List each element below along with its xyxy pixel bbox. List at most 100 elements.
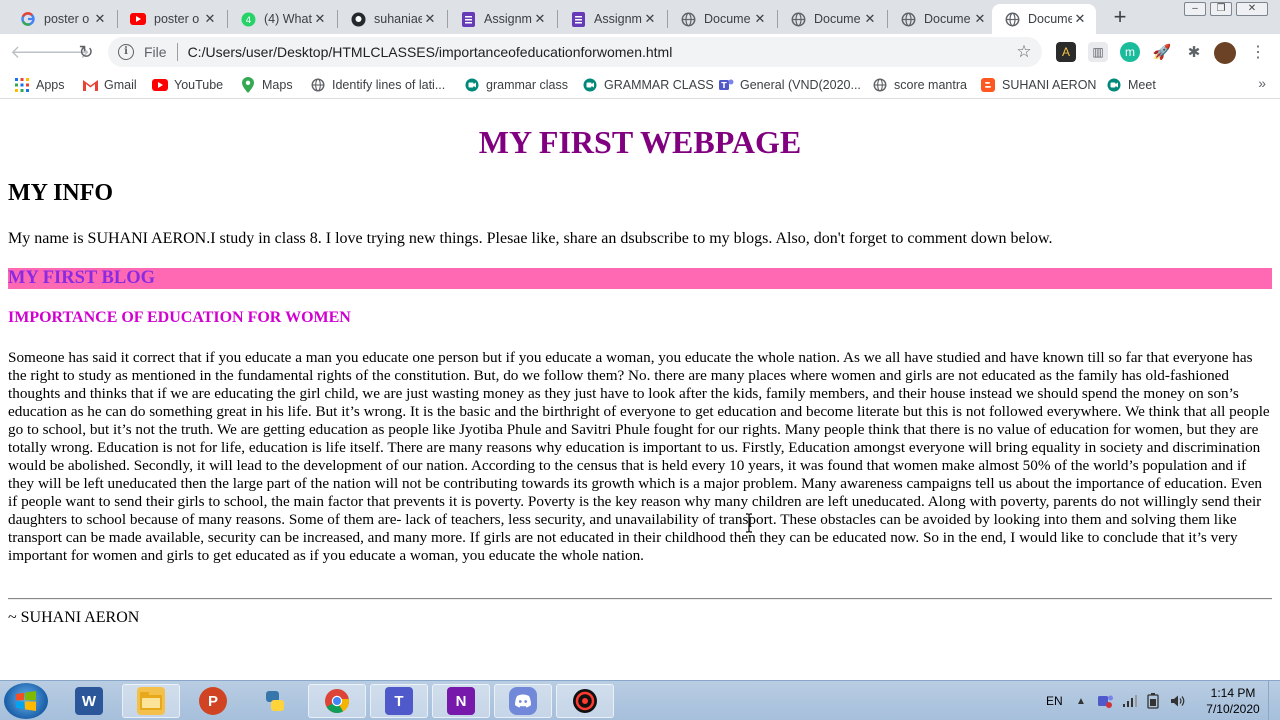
close-icon[interactable]: ✕ xyxy=(202,11,218,27)
recorder-icon xyxy=(571,687,599,715)
blogger-icon xyxy=(980,77,996,93)
tab-title: Docume xyxy=(1028,12,1072,26)
taskbar-discord[interactable] xyxy=(494,684,552,718)
close-icon[interactable]: ✕ xyxy=(862,11,878,27)
tab-github[interactable]: suhaniae ✕ xyxy=(338,4,446,34)
taskbar-teams[interactable]: T xyxy=(370,684,428,718)
bookmark-grammar-class-caps[interactable]: GRAMMAR CLASS xyxy=(582,75,714,95)
taskbar-file-explorer[interactable] xyxy=(122,684,180,718)
extensions-puzzle-icon[interactable]: ✱ xyxy=(1184,42,1204,62)
page-title: MY FIRST WEBPAGE xyxy=(478,124,802,160)
globe-icon xyxy=(1004,11,1020,27)
tab-youtube[interactable]: poster o ✕ xyxy=(118,4,226,34)
teams-icon: T xyxy=(718,77,734,93)
tab-document-2[interactable]: Docume ✕ xyxy=(778,4,886,34)
new-tab-button[interactable]: + xyxy=(1108,6,1132,30)
reading-list-icon[interactable]: ▥ xyxy=(1088,42,1108,62)
taskbar-python[interactable] xyxy=(246,684,304,718)
bookmark-maps[interactable]: Maps xyxy=(240,75,293,95)
bookmark-meet[interactable]: Meet xyxy=(1106,75,1156,95)
bookmark-label: General (VND(2020... xyxy=(740,78,861,92)
meet-icon xyxy=(582,77,598,93)
taskbar-recorder[interactable] xyxy=(556,684,614,718)
taskbar-word[interactable]: W xyxy=(60,684,118,718)
extension-icon[interactable]: A xyxy=(1056,42,1076,62)
tab-document-active[interactable]: Docume ✕ xyxy=(992,4,1096,34)
tab-whatsapp[interactable]: 4 (4) What ✕ xyxy=(228,4,336,34)
maximize-button[interactable]: ❐ xyxy=(1210,2,1232,16)
bookmark-latitude[interactable]: Identify lines of lati... xyxy=(310,75,445,95)
close-icon[interactable]: ✕ xyxy=(92,11,108,27)
address-bar[interactable]: i File C:/Users/user/Desktop/HTMLCLASSES… xyxy=(108,37,1042,67)
info-icon[interactable]: i xyxy=(118,44,134,60)
web-page: MY FIRST WEBPAGE MY INFO My name is SUHA… xyxy=(0,100,1280,680)
chevron-double-right-icon[interactable]: » xyxy=(1258,75,1266,91)
globe-icon xyxy=(680,11,696,27)
browser-toolbar: 🡐 🡒 ↻ i File C:/Users/user/Desktop/HTMLC… xyxy=(0,34,1280,70)
url-text[interactable]: C:/Users/user/Desktop/HTMLCLASSES/import… xyxy=(188,44,1012,60)
volume-icon[interactable] xyxy=(1170,681,1186,720)
tab-title: Assignm xyxy=(484,12,532,26)
tab-title: poster o xyxy=(154,12,200,26)
bookmark-general-teams[interactable]: T General (VND(2020... xyxy=(718,75,861,95)
teams-icon: T xyxy=(385,687,413,715)
word-icon: W xyxy=(75,687,103,715)
show-desktop-button[interactable] xyxy=(1268,681,1280,720)
bookmark-star-icon[interactable]: ☆ xyxy=(1012,42,1036,62)
tab-google[interactable]: poster o ✕ xyxy=(8,4,116,34)
bookmark-grammar-class[interactable]: grammar class xyxy=(464,75,568,95)
tab-forms-2[interactable]: Assignm ✕ xyxy=(558,4,666,34)
network-signal-icon[interactable] xyxy=(1122,681,1138,720)
bookmark-label: Maps xyxy=(262,78,293,92)
close-icon[interactable]: ✕ xyxy=(532,11,548,27)
taskbar-onenote[interactable]: N xyxy=(432,684,490,718)
bookmark-label: SUHANI AERON xyxy=(1002,78,1097,92)
close-icon[interactable]: ✕ xyxy=(752,11,768,27)
tab-document-3[interactable]: Docume ✕ xyxy=(888,4,996,34)
minimize-button[interactable]: – xyxy=(1184,2,1206,16)
file-explorer-icon xyxy=(137,687,165,715)
clock-date: 7/10/2020 xyxy=(1206,702,1260,716)
menu-kebab-icon[interactable]: ⋮ xyxy=(1248,42,1268,62)
reload-button[interactable]: ↻ xyxy=(74,40,98,64)
tab-title: (4) What xyxy=(264,12,312,26)
teams-tray-icon[interactable] xyxy=(1098,681,1114,720)
close-icon[interactable]: ✕ xyxy=(1072,11,1088,27)
tab-strip: poster o ✕ poster o ✕ 4 (4) What ✕ suhan… xyxy=(0,0,1280,34)
rocket-icon[interactable]: 🚀 xyxy=(1152,42,1172,62)
show-hidden-icons-icon[interactable]: ▲ xyxy=(1076,681,1086,720)
close-icon[interactable]: ✕ xyxy=(312,11,328,27)
close-icon[interactable]: ✕ xyxy=(422,11,438,27)
taskbar-powerpoint[interactable]: P xyxy=(184,684,242,718)
python-icon xyxy=(261,687,289,715)
forward-button[interactable]: 🡒 xyxy=(42,40,90,64)
system-clock[interactable]: 1:14 PM 7/10/2020 xyxy=(1202,685,1264,717)
tab-title: Assignm xyxy=(594,12,642,26)
windows-start-button[interactable] xyxy=(4,683,48,719)
tab-forms-1[interactable]: Assignm ✕ xyxy=(448,4,556,34)
bookmark-apps[interactable]: Apps xyxy=(14,75,65,95)
close-window-button[interactable]: ✕ xyxy=(1236,2,1268,16)
bookmark-suhani-aeron[interactable]: SUHANI AERON xyxy=(980,75,1096,95)
tab-title: Docume xyxy=(704,12,751,26)
taskbar-chrome[interactable] xyxy=(308,684,366,718)
tab-title: Docume xyxy=(924,12,971,26)
back-button[interactable]: 🡐 xyxy=(10,40,58,64)
extension-icon[interactable]: m xyxy=(1120,42,1140,62)
meet-icon xyxy=(464,77,480,93)
close-icon[interactable]: ✕ xyxy=(642,11,658,27)
blog-heading: MY FIRST BLOG xyxy=(8,268,1272,289)
bookmark-gmail[interactable]: Gmail xyxy=(82,75,137,95)
close-icon[interactable]: ✕ xyxy=(972,11,988,27)
bookmark-score-mantra[interactable]: score mantra xyxy=(872,75,967,95)
tab-title: poster o xyxy=(44,12,90,26)
powerpoint-icon: P xyxy=(199,687,227,715)
essay-paragraph: Someone has said it correct that if you … xyxy=(8,349,1270,564)
battery-icon[interactable] xyxy=(1146,681,1160,720)
signature: ~ SUHANI AERON xyxy=(8,609,140,626)
language-indicator[interactable]: EN xyxy=(1046,681,1063,720)
tab-document-1[interactable]: Docume ✕ xyxy=(668,4,776,34)
bookmark-youtube[interactable]: YouTube xyxy=(152,75,223,95)
avatar[interactable] xyxy=(1214,42,1236,64)
bookmark-label: GRAMMAR CLASS xyxy=(604,78,714,92)
